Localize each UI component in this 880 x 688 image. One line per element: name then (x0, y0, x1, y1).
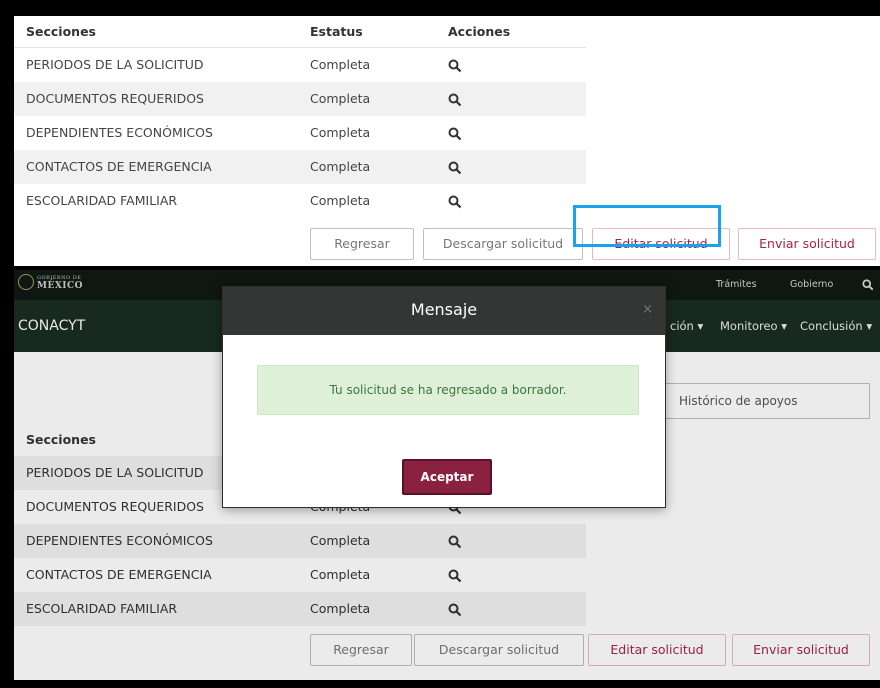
search-icon (448, 127, 462, 140)
section-name: DOCUMENTOS REQUERIDOS (26, 91, 204, 106)
view-button[interactable] (448, 150, 462, 184)
search-icon (448, 59, 462, 72)
action-buttons: Regresar Descargar solicitud Editar soli… (14, 222, 880, 266)
table-row: ESCOLARIDAD FAMILIAR Completa (14, 184, 586, 218)
accept-button[interactable]: Aceptar (402, 459, 492, 495)
section-name: CONTACTOS DE EMERGENCIA (26, 159, 212, 174)
table-row: CONTACTOS DE EMERGENCIA Completa (14, 150, 586, 184)
search-icon (448, 161, 462, 174)
message-dialog: Mensaje × Tu solicitud se ha regresado a… (222, 286, 666, 508)
send-button[interactable]: Enviar solicitud (738, 228, 876, 260)
edit-button-highlight (573, 205, 721, 247)
top-panel: Secciones Estatus Acciones PERIODOS DE L… (14, 16, 880, 266)
section-status: Completa (310, 125, 371, 140)
close-icon[interactable]: × (642, 287, 653, 333)
screenshot-frame: Secciones Estatus Acciones PERIODOS DE L… (0, 0, 880, 688)
table-header-row: Secciones Estatus Acciones (14, 16, 586, 48)
view-button[interactable] (448, 48, 462, 82)
header-status: Estatus (310, 24, 363, 39)
view-button[interactable] (448, 184, 462, 218)
dialog-title: Mensaje (410, 300, 478, 319)
bottom-panel: GOBIERNO DE MÉXICO Trámites Gobierno CONA… (14, 270, 880, 680)
section-name: DEPENDIENTES ECONÓMICOS (26, 125, 213, 140)
sections-table: Secciones Estatus Acciones PERIODOS DE L… (14, 16, 586, 218)
search-icon (448, 195, 462, 208)
dialog-header: Mensaje × (223, 287, 665, 335)
header-sections: Secciones (26, 24, 96, 39)
table-row: PERIODOS DE LA SOLICITUD Completa (14, 48, 586, 82)
download-button[interactable]: Descargar solicitud (423, 228, 583, 260)
view-button[interactable] (448, 82, 462, 116)
view-button[interactable] (448, 116, 462, 150)
section-status: Completa (310, 91, 371, 106)
section-name: PERIODOS DE LA SOLICITUD (26, 57, 204, 72)
header-actions: Acciones (448, 24, 511, 39)
search-icon (448, 93, 462, 106)
success-alert: Tu solicitud se ha regresado a borrador. (257, 365, 639, 415)
section-status: Completa (310, 57, 371, 72)
section-status: Completa (310, 193, 371, 208)
table-row: DOCUMENTOS REQUERIDOS Completa (14, 82, 586, 116)
table-row: DEPENDIENTES ECONÓMICOS Completa (14, 116, 586, 150)
section-name: ESCOLARIDAD FAMILIAR (26, 193, 178, 208)
back-button[interactable]: Regresar (310, 228, 414, 260)
section-status: Completa (310, 159, 371, 174)
